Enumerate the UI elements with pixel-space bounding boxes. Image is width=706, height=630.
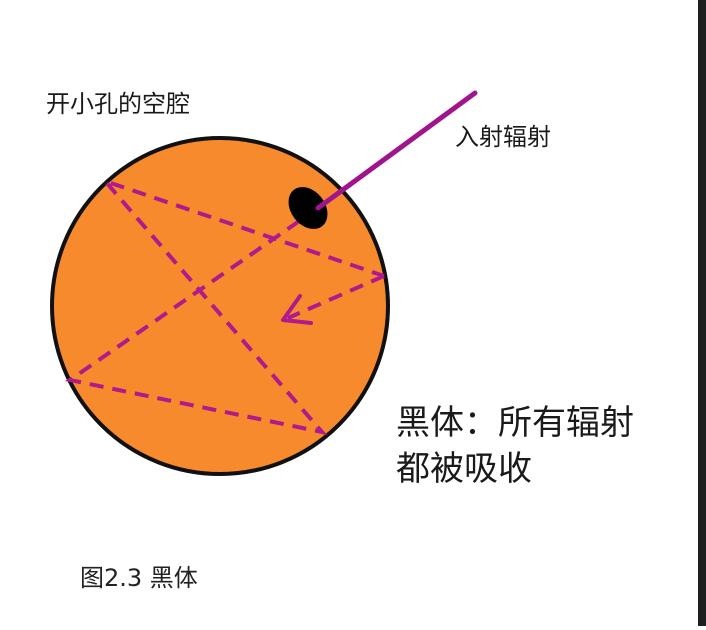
- blackbody-diagram: 开小孔的空腔 入射辐射 黑体：所有辐射都被吸收 图2.3 黑体: [0, 0, 706, 626]
- incoming-ray: [315, 90, 478, 211]
- cavity-label: 开小孔的空腔: [46, 90, 190, 118]
- page-edge-bar: [698, 0, 706, 626]
- incoming-radiation-label: 入射辐射: [455, 123, 551, 151]
- figure-caption: 图2.3 黑体: [80, 564, 198, 592]
- cavity-sphere: [50, 136, 390, 476]
- blackbody-description: 黑体：所有辐射都被吸收: [396, 403, 634, 489]
